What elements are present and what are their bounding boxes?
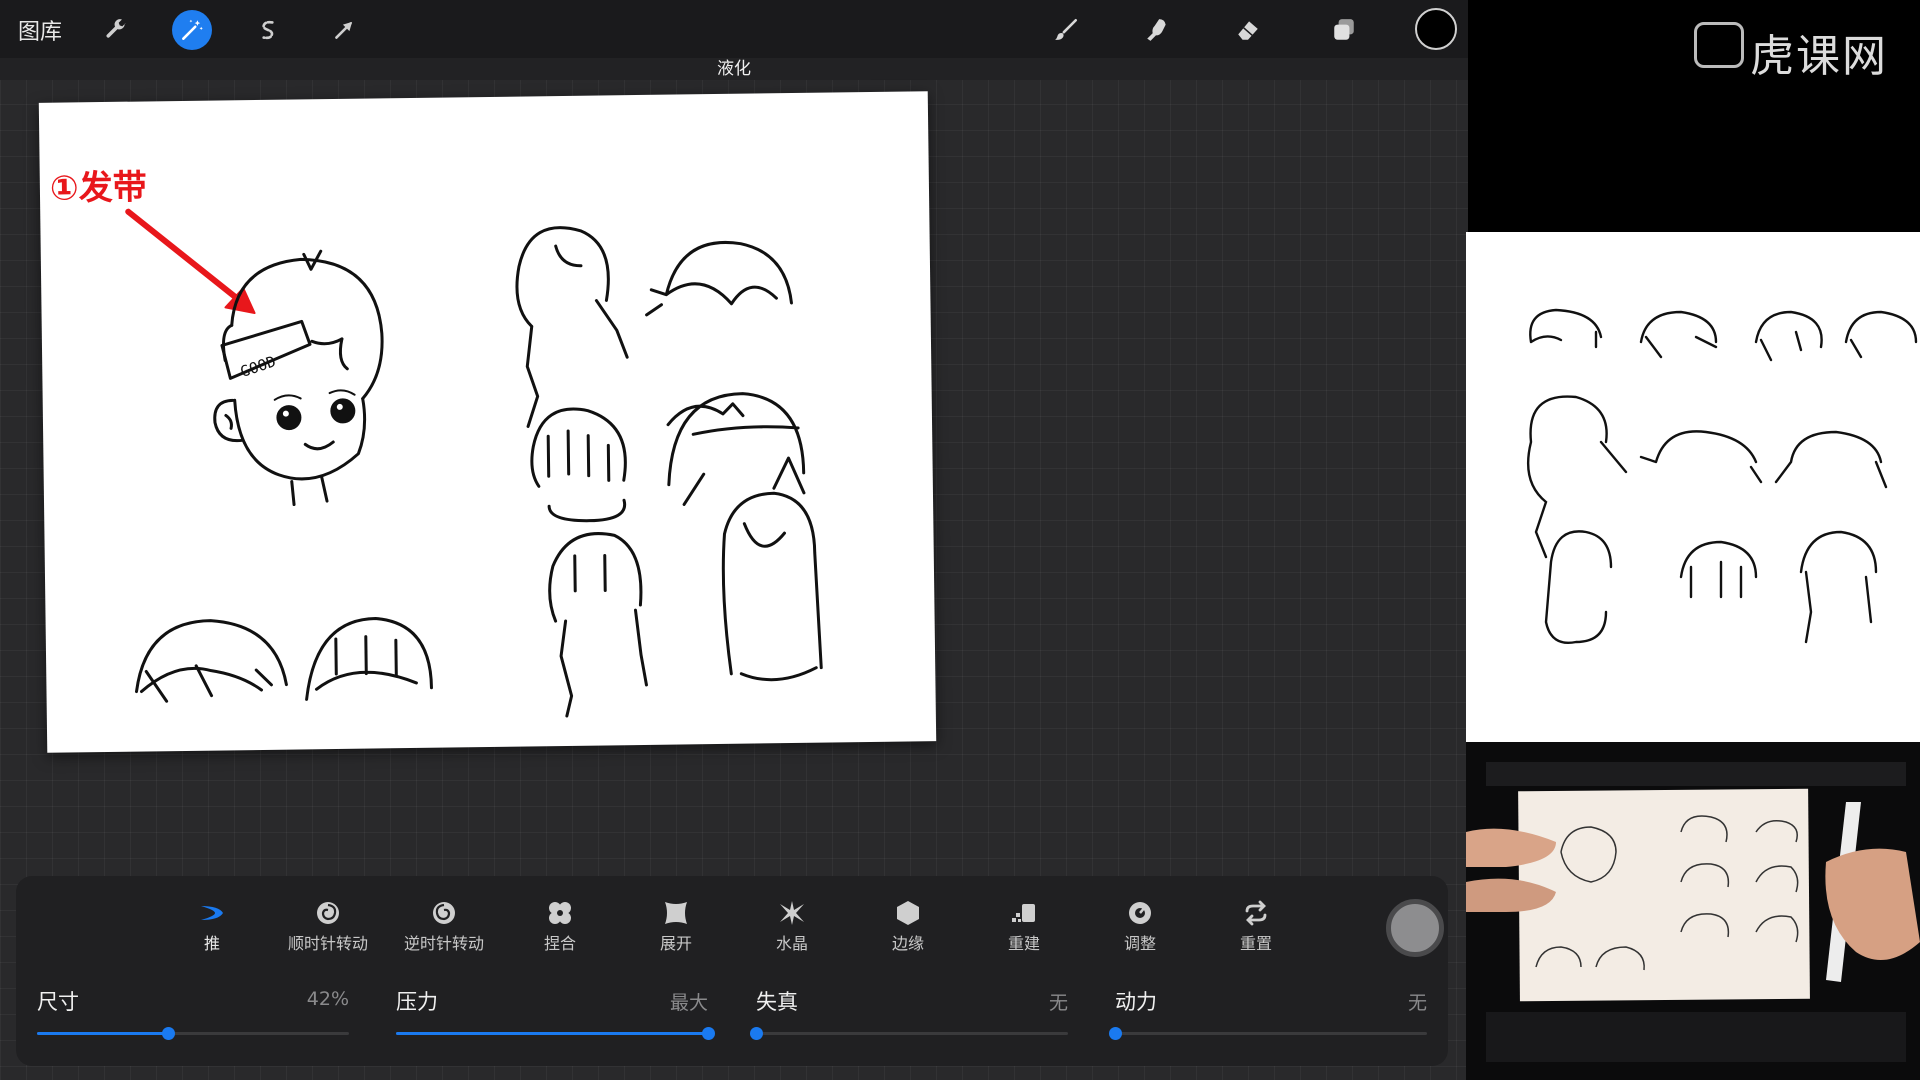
wrench-icon — [106, 19, 126, 38]
eraser-button[interactable] — [1228, 10, 1268, 50]
tool-twirl-right-label: 顺时针转动 — [287, 934, 368, 953]
slider-pressure-knob[interactable] — [702, 1027, 715, 1040]
twirl-right-icon — [317, 902, 339, 924]
tool-push[interactable]: 推 — [162, 900, 262, 954]
tool-adjust[interactable]: 调整 — [1090, 900, 1190, 954]
slider-distortion-track[interactable] — [750, 1027, 1068, 1040]
annotation-arrow — [125, 208, 243, 304]
camera-footage-artwork — [1466, 762, 1920, 1062]
reconstruct-icon — [1012, 904, 1035, 922]
brush-button[interactable] — [1046, 10, 1086, 50]
camera-view — [1466, 742, 1920, 1080]
expand-icon — [665, 902, 687, 924]
gallery-button[interactable]: 图库 — [18, 14, 62, 46]
selection-button[interactable] — [248, 10, 288, 50]
tool-pinch[interactable]: 捏合 — [510, 900, 610, 954]
slider-momentum-knob[interactable] — [1109, 1027, 1122, 1040]
mode-label: 液化 — [717, 59, 751, 79]
transform-button[interactable] — [324, 10, 364, 50]
actions-button[interactable] — [96, 10, 136, 50]
slider-size-value: 42% — [306, 988, 349, 1010]
arrow-cursor-icon — [335, 21, 353, 39]
slider-size-label: 尺寸 — [37, 990, 79, 1014]
slider-momentum-label: 动力 — [1115, 990, 1157, 1014]
tool-twirl-left-label: 逆时针转动 — [403, 934, 484, 953]
watermark-logo-icon — [1694, 22, 1744, 68]
eraser-icon — [1238, 21, 1258, 40]
watermark-text: 虎课网 — [1750, 31, 1888, 82]
layers-icon — [1334, 19, 1354, 40]
twirl-left-icon — [433, 902, 455, 924]
tool-adjust-label: 调整 — [1123, 934, 1156, 953]
tool-push-label: 推 — [203, 934, 220, 953]
slider-pressure[interactable]: 压力 最大 — [396, 986, 715, 1046]
headband-text: GOOD — [238, 352, 278, 381]
tool-expand-label: 展开 — [659, 934, 692, 953]
push-icon — [201, 906, 223, 920]
slider-distortion-value: 无 — [1048, 992, 1068, 1014]
apply-button[interactable] — [1386, 899, 1444, 957]
brush-icon — [1055, 18, 1078, 40]
tool-crystals-label: 水晶 — [775, 934, 808, 953]
slider-size[interactable]: 尺寸 42% — [37, 986, 349, 1046]
slider-momentum-track[interactable] — [1109, 1027, 1427, 1040]
tool-edge-label: 边缘 — [891, 934, 924, 953]
slider-distortion-knob[interactable] — [750, 1027, 763, 1040]
adjust-icon — [1129, 902, 1151, 924]
tool-twirl-left[interactable]: 逆时针转动 — [394, 900, 494, 954]
tool-twirl-right[interactable]: 顺时针转动 — [278, 900, 378, 954]
drawing-artwork: GOOD — [125, 208, 823, 718]
smudge-button[interactable] — [1137, 10, 1177, 50]
liquify-panel: 推 顺时针转动 逆时针转动 捏合 展开 水晶 边缘 重建 调整 重置 尺寸 42… — [16, 876, 1448, 1066]
tool-reconstruct-label: 重建 — [1007, 934, 1040, 953]
slider-pressure-value: 最大 — [669, 992, 708, 1014]
reset-icon — [1245, 900, 1267, 926]
slider-momentum[interactable]: 动力 无 — [1109, 986, 1427, 1046]
slider-pressure-fill — [396, 1032, 708, 1035]
slider-distortion-label: 失真 — [756, 990, 798, 1014]
slider-size-fill — [37, 1032, 169, 1035]
procreate-app: 图库 液化 ①发带 GOOD 推 顺时针转动 逆时针转动 捏合 展开 水晶 边缘… — [0, 0, 1468, 1080]
tool-reconstruct[interactable]: 重建 — [974, 900, 1074, 954]
edge-icon — [897, 901, 919, 925]
mode-banner: 液化 — [0, 58, 1468, 80]
slider-size-track[interactable] — [37, 1027, 349, 1040]
top-toolbar: 图库 — [0, 0, 1468, 58]
tool-expand[interactable]: 展开 — [626, 900, 726, 954]
tool-pinch-label: 捏合 — [543, 934, 576, 953]
tool-crystals[interactable]: 水晶 — [742, 900, 842, 954]
slider-momentum-value: 无 — [1407, 992, 1427, 1014]
tool-edge[interactable]: 边缘 — [858, 900, 958, 954]
boy-head-drawing — [213, 249, 384, 507]
drawing-canvas[interactable]: ①发带 GOOD — [38, 91, 937, 753]
reference-sheet — [1466, 232, 1920, 742]
pinch-icon — [549, 902, 571, 924]
crystals-icon — [780, 901, 804, 925]
color-picker-swatch[interactable] — [1415, 8, 1457, 50]
adjustments-button[interactable] — [172, 10, 212, 50]
reference-hairstyles-artwork — [1527, 308, 1918, 644]
selection-s-icon — [262, 20, 274, 40]
slider-size-knob[interactable] — [162, 1027, 176, 1040]
tool-reset[interactable]: 重置 — [1206, 900, 1306, 954]
slider-pressure-label: 压力 — [396, 990, 438, 1014]
layers-button[interactable] — [1324, 10, 1364, 50]
magic-wand-icon — [182, 19, 203, 40]
slider-distortion[interactable]: 失真 无 — [750, 986, 1068, 1046]
smudge-finger-icon — [1147, 19, 1166, 41]
tool-reset-label: 重置 — [1239, 934, 1272, 953]
slider-pressure-track[interactable] — [396, 1027, 715, 1040]
